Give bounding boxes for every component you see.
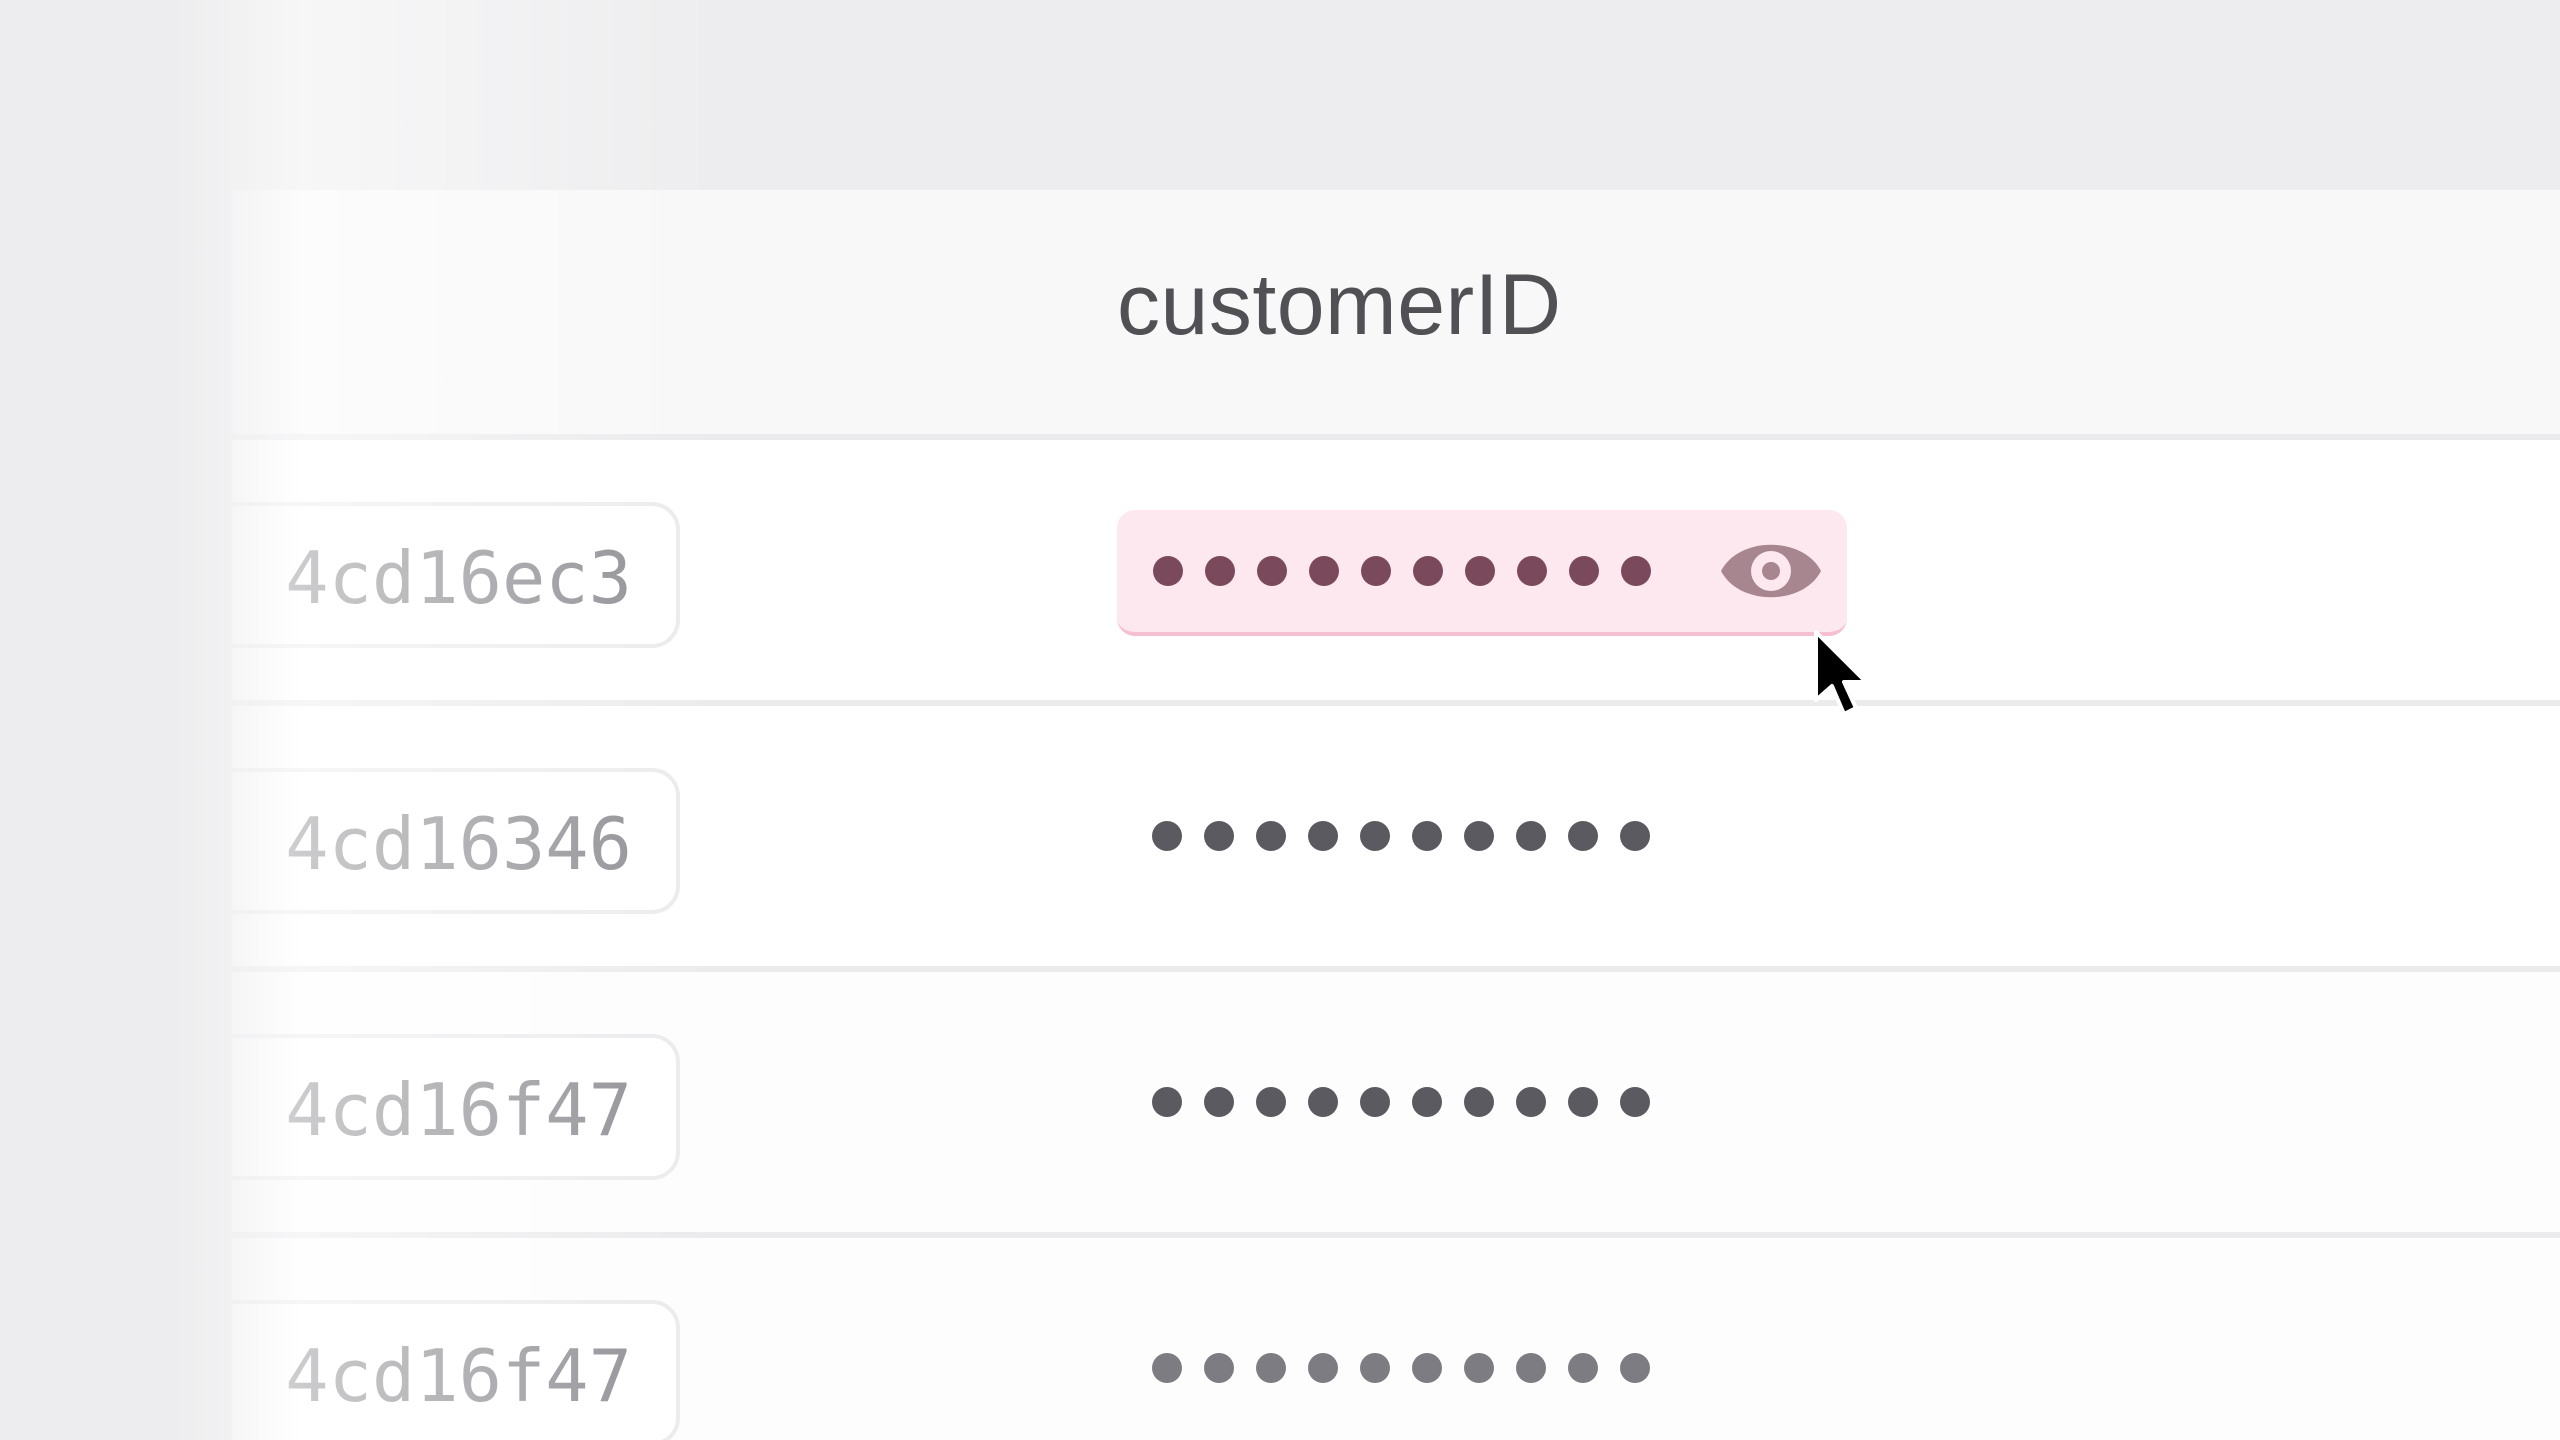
reveal-value-button[interactable] bbox=[1719, 530, 1823, 612]
row-id: 4cd16346 bbox=[285, 802, 632, 886]
table-row: 4cd16f47 bbox=[232, 1238, 2560, 1440]
masked-value[interactable] bbox=[1152, 706, 1650, 966]
table-row: 4cd16346 bbox=[232, 706, 2560, 972]
table-header-row: customerID bbox=[232, 190, 2560, 440]
masked-value[interactable] bbox=[1152, 1238, 1650, 1440]
masked-value bbox=[1153, 510, 1651, 632]
table-row: 4cd16ec3 bbox=[232, 440, 2560, 706]
masked-customerid-field[interactable] bbox=[1117, 510, 1847, 636]
table-row: 4cd16f47 bbox=[232, 972, 2560, 1238]
row-id: 4cd16f47 bbox=[285, 1068, 632, 1152]
app-stage: customerID 4cd16ec3 4cd16346 4cd16f47 4c… bbox=[0, 0, 2560, 1440]
row-id: 4cd16ec3 bbox=[285, 536, 632, 620]
eye-icon[interactable] bbox=[1719, 530, 1823, 612]
id-chip: 4cd16f47 bbox=[232, 1034, 680, 1180]
id-chip: 4cd16346 bbox=[232, 768, 680, 914]
column-header-customerid[interactable]: customerID bbox=[1117, 256, 1562, 355]
masked-value[interactable] bbox=[1152, 972, 1650, 1232]
id-chip: 4cd16f47 bbox=[232, 1300, 680, 1440]
id-chip: 4cd16ec3 bbox=[232, 502, 680, 648]
row-id: 4cd16f47 bbox=[285, 1334, 632, 1418]
data-table: customerID 4cd16ec3 4cd16346 4cd16f47 4c… bbox=[232, 190, 2560, 1440]
